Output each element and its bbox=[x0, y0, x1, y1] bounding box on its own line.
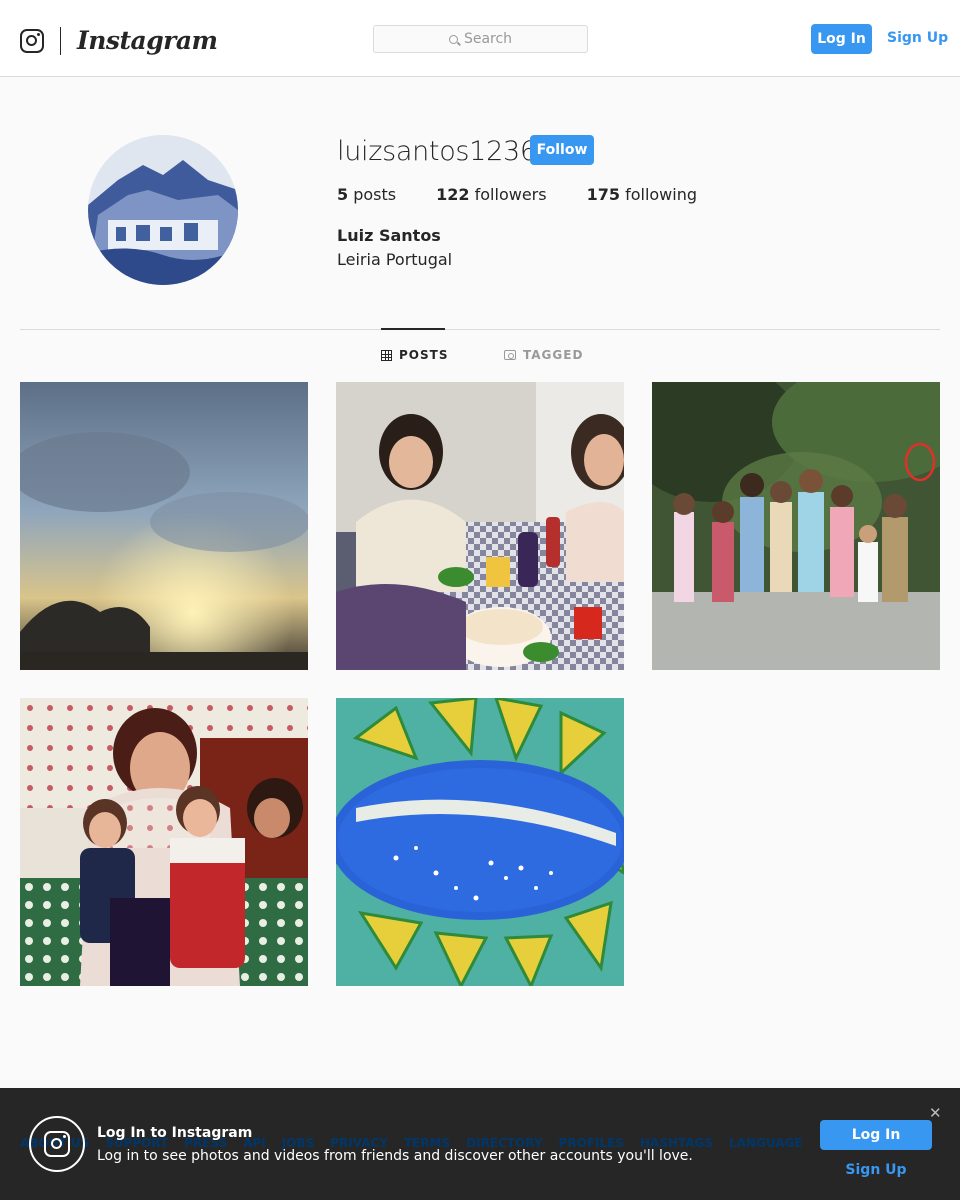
instagram-wordmark[interactable]: Instagram bbox=[77, 26, 218, 55]
banner-logo bbox=[29, 1116, 85, 1172]
followers-stat[interactable]: 122 followers bbox=[436, 185, 546, 204]
following-count: 175 bbox=[586, 185, 620, 204]
profile-username: luizsantos1236 bbox=[337, 136, 537, 167]
post-thumbnail[interactable] bbox=[20, 698, 308, 986]
post-thumbnail[interactable] bbox=[336, 698, 624, 986]
profile-bio: Leiria Portugal bbox=[337, 250, 453, 269]
follow-button[interactable]: Follow bbox=[530, 135, 594, 165]
banner-text: Log in to see photos and videos from fri… bbox=[97, 1148, 693, 1164]
login-button[interactable]: Log In bbox=[811, 24, 872, 54]
instagram-glyph-icon bbox=[44, 1131, 70, 1157]
active-tab-indicator bbox=[381, 328, 445, 330]
banner-signup-link[interactable]: Sign Up bbox=[820, 1162, 932, 1178]
search-input[interactable]: Search bbox=[373, 25, 588, 53]
profile-stats: 5 posts 122 followers 175 following bbox=[337, 185, 737, 204]
footer-link[interactable]: LANGUAGE bbox=[729, 1136, 803, 1150]
brand[interactable]: Instagram bbox=[20, 26, 218, 55]
following-label: following bbox=[625, 185, 698, 204]
posts-label: posts bbox=[353, 185, 397, 204]
tab-posts[interactable]: POSTS bbox=[381, 348, 448, 362]
followers-count: 122 bbox=[436, 185, 470, 204]
grid-icon bbox=[381, 349, 392, 361]
tag-icon bbox=[504, 350, 516, 360]
close-icon[interactable]: ✕ bbox=[929, 1104, 942, 1122]
tab-tagged-label: TAGGED bbox=[523, 348, 584, 362]
banner-title: Log In to Instagram bbox=[97, 1125, 253, 1141]
top-nav: Instagram Search Log In Sign Up bbox=[0, 0, 960, 77]
posts-stat: 5 posts bbox=[337, 185, 396, 204]
banner-login-button[interactable]: Log In bbox=[820, 1120, 932, 1150]
tab-posts-label: POSTS bbox=[399, 348, 449, 362]
posts-count: 5 bbox=[337, 185, 349, 204]
tab-tagged[interactable]: TAGGED bbox=[504, 348, 583, 362]
following-stat[interactable]: 175 following bbox=[587, 185, 697, 204]
brand-divider bbox=[60, 26, 61, 55]
profile-full-name: Luiz Santos bbox=[337, 226, 441, 245]
instagram-glyph-icon[interactable] bbox=[20, 28, 44, 53]
followers-label: followers bbox=[474, 185, 547, 204]
signup-link[interactable]: Sign Up bbox=[887, 30, 948, 46]
search-placeholder: Search bbox=[463, 31, 513, 47]
post-thumbnail[interactable] bbox=[652, 382, 940, 670]
search-icon bbox=[448, 34, 458, 44]
tabs-divider bbox=[20, 329, 940, 330]
post-thumbnail[interactable] bbox=[20, 382, 308, 670]
avatar bbox=[88, 135, 238, 285]
post-thumbnail[interactable] bbox=[336, 382, 624, 670]
